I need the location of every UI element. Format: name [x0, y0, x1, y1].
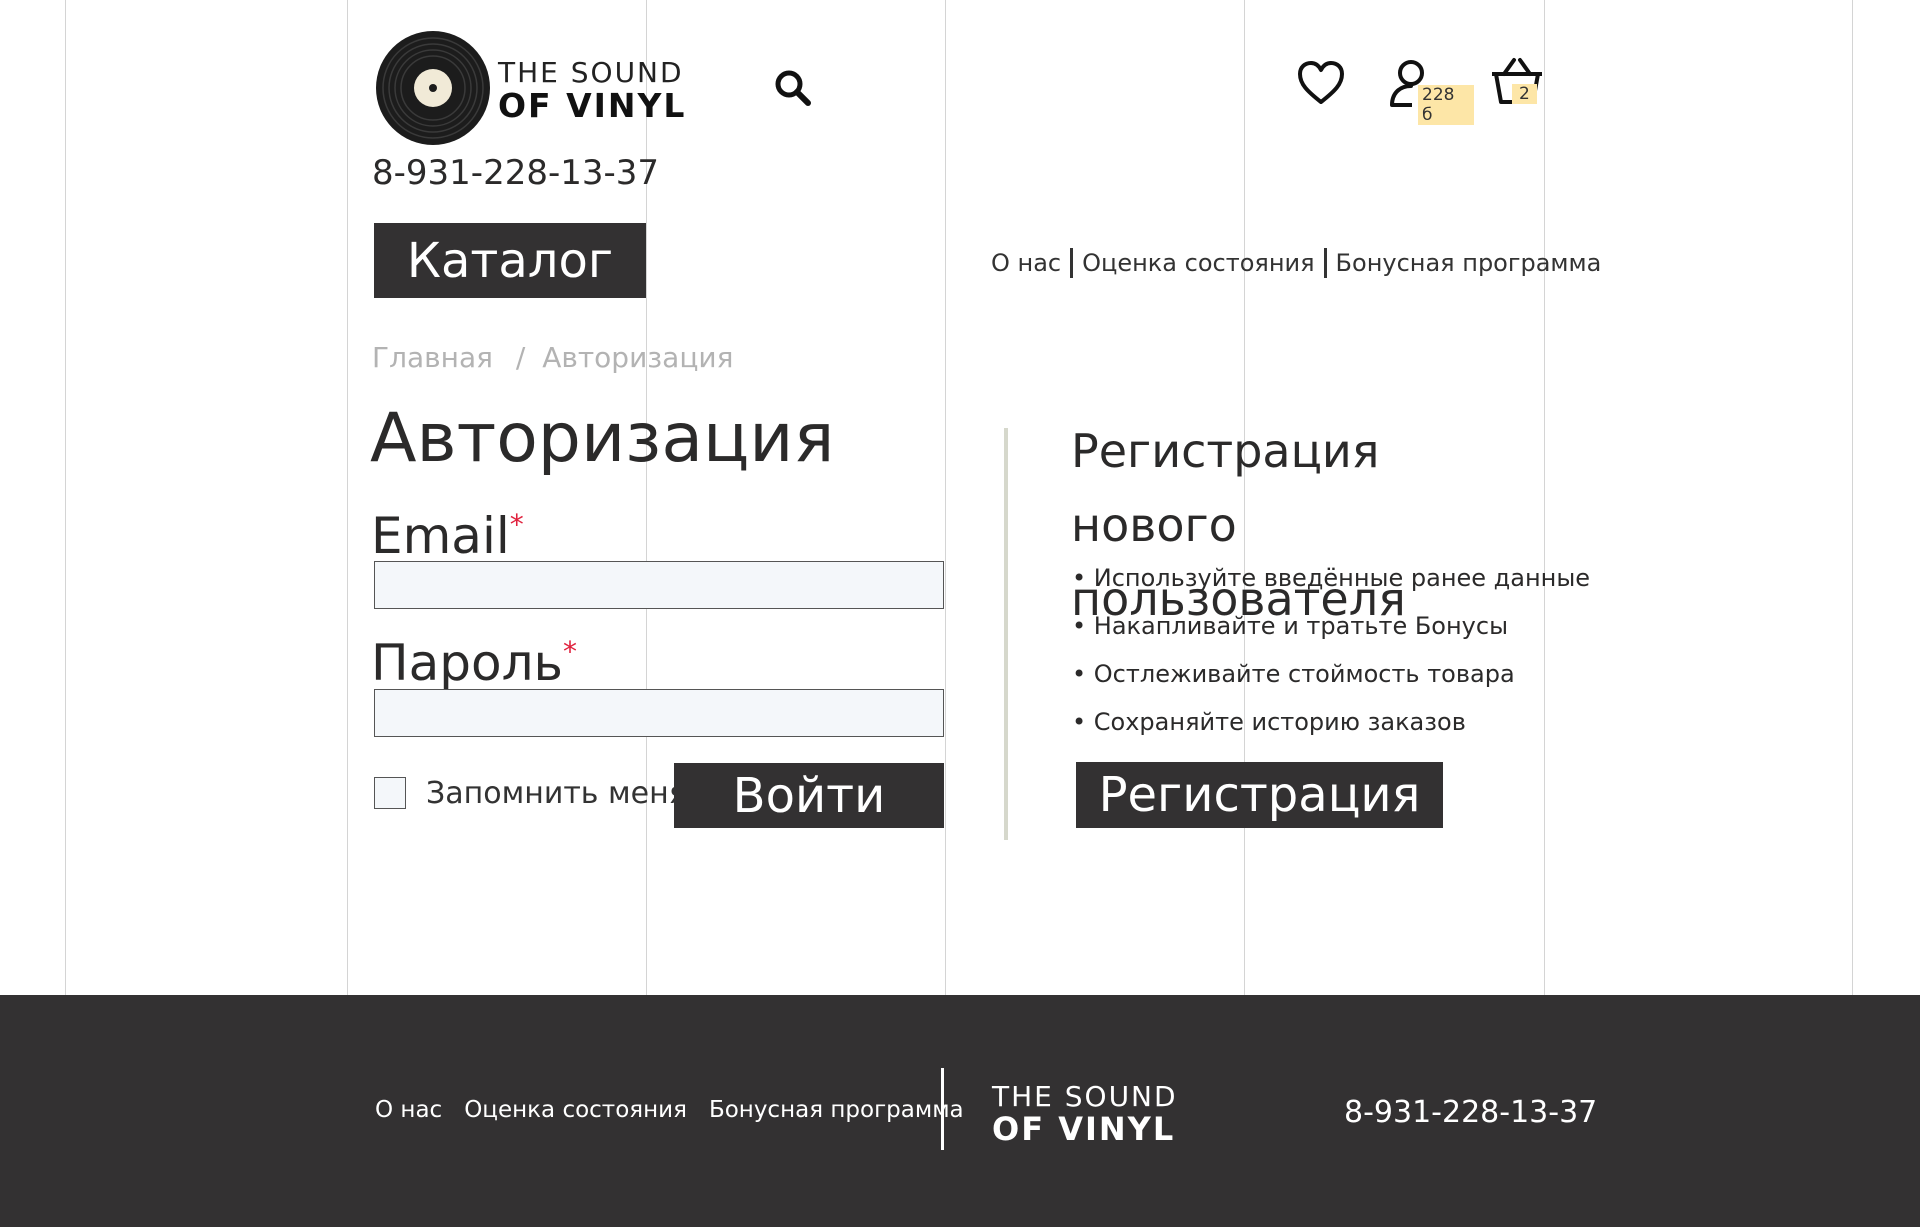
page-title: Авторизация	[370, 399, 835, 478]
logo-text-line2: OF VINYL	[498, 85, 687, 125]
footer-logo-line2: OF VINYL	[992, 1110, 1176, 1148]
nav-separator	[1323, 248, 1327, 278]
nav-about[interactable]: О нас	[991, 249, 1061, 277]
footer-nav-condition[interactable]: Оценка состояния	[464, 1097, 687, 1123]
password-input[interactable]	[374, 689, 944, 737]
breadcrumb-home[interactable]: Главная	[372, 341, 493, 374]
search-icon[interactable]	[773, 68, 813, 108]
logo-text-line1: THE SOUND	[498, 55, 684, 89]
required-mark: *	[563, 635, 577, 668]
bonus-badge: 228 б	[1418, 85, 1474, 125]
register-benefits-list: • Используйте введённые ранее данные • Н…	[1072, 560, 1590, 752]
footer-nav-about[interactable]: О нас	[375, 1097, 442, 1123]
remember-me-label[interactable]: Запомнить меня	[426, 776, 687, 811]
favorites-button[interactable]	[1297, 60, 1345, 110]
nav-separator	[1070, 248, 1074, 278]
grid-line	[347, 0, 348, 995]
remember-me-checkbox[interactable]	[374, 777, 406, 809]
list-item: • Накапливайте и тратьте Бонусы	[1072, 612, 1509, 640]
grid-line	[646, 0, 647, 995]
required-mark: *	[509, 508, 524, 541]
password-label: Пароль*	[371, 635, 577, 689]
account-button[interactable]: 228 б	[1388, 58, 1474, 125]
email-label-text: Email	[371, 507, 510, 565]
heart-icon	[1298, 61, 1344, 104]
footer-phone[interactable]: 8-931-228-13-37	[1344, 1095, 1597, 1130]
grid-line	[945, 0, 946, 995]
nav-bonus-program[interactable]: Бонусная программа	[1336, 249, 1602, 277]
breadcrumb: Главная / Авторизация	[372, 341, 733, 374]
breadcrumb-current: Авторизация	[542, 341, 734, 374]
footer-nav-bonus-program[interactable]: Бонусная программа	[709, 1097, 964, 1123]
email-input[interactable]	[374, 561, 944, 609]
site-logo[interactable]: THE SOUND OF VINYL	[374, 29, 686, 147]
footer-logo-line1: THE SOUND	[992, 1080, 1178, 1113]
vinyl-record-icon	[376, 31, 490, 145]
grid-line	[1852, 0, 1853, 995]
list-item: • Используйте введённые ранее данные	[1072, 564, 1591, 592]
grid-line	[65, 0, 66, 995]
column-divider	[1004, 428, 1008, 840]
catalog-button[interactable]: Каталог	[374, 223, 646, 298]
list-item: • Остлеживайте стоймость товара	[1072, 660, 1515, 688]
footer-nav: О нас Оценка состояния Бонусная программ…	[375, 1097, 964, 1123]
top-nav: О нас Оценка состояния Бонусная программ…	[991, 248, 1601, 278]
breadcrumb-separator: /	[515, 341, 526, 374]
nav-condition[interactable]: Оценка состояния	[1082, 249, 1314, 277]
register-button[interactable]: Регистрация	[1076, 762, 1443, 828]
list-item: • Сохраняйте историю заказов	[1072, 708, 1466, 736]
password-label-text: Пароль	[371, 634, 563, 692]
footer-divider	[941, 1068, 944, 1150]
cart-button[interactable]: 2	[1488, 56, 1546, 108]
header-phone[interactable]: 8-931-228-13-37	[372, 153, 659, 193]
email-label: Email*	[371, 508, 524, 562]
login-button[interactable]: Войти	[674, 763, 944, 828]
cart-count-badge: 2	[1512, 84, 1537, 104]
footer-logo[interactable]: THE SOUND OF VINYL	[992, 1080, 1178, 1148]
